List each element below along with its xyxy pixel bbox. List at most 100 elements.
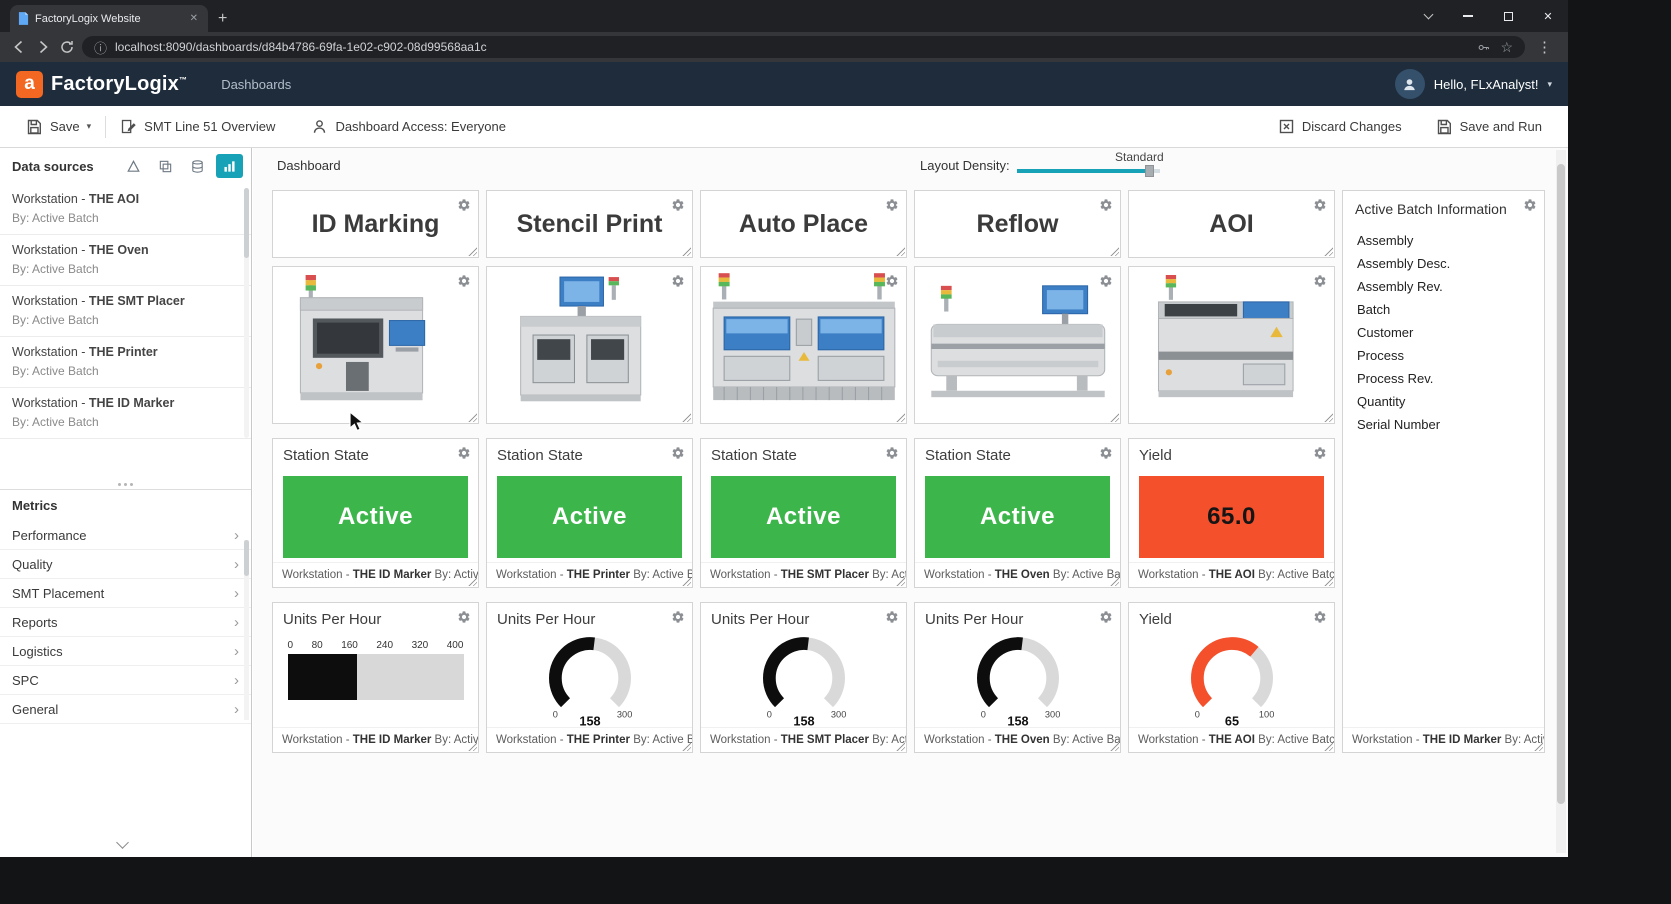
resize-handle[interactable] <box>681 246 691 256</box>
widget-title-aoi[interactable]: AOI <box>1128 190 1335 258</box>
widget-settings-gear-icon[interactable] <box>457 198 471 212</box>
widget-machine-image-id-marker[interactable] <box>272 266 479 424</box>
widget-machine-image-aoi[interactable] <box>1128 266 1335 424</box>
metrics-item-logistics[interactable]: Logistics› <box>0 637 251 666</box>
widget-settings-gear-icon[interactable] <box>1099 274 1113 288</box>
window-close-button[interactable]: ✕ <box>1528 0 1568 32</box>
widget-units-per-hour[interactable]: Units Per Hour 0 300 158 Workstation - T… <box>914 602 1121 753</box>
resize-handle[interactable] <box>1323 246 1333 256</box>
widget-station-state[interactable]: Station State Active Workstation - THE P… <box>486 438 693 588</box>
station-state-value: Active <box>497 476 682 558</box>
refresh-button[interactable] <box>58 38 76 56</box>
browser-tab[interactable]: FactoryLogix Website ✕ <box>10 5 208 32</box>
resize-handle[interactable] <box>895 412 905 422</box>
window-maximize-button[interactable] <box>1488 0 1528 32</box>
widget-settings-gear-icon[interactable] <box>885 446 899 460</box>
density-slider-thumb[interactable] <box>1145 165 1154 177</box>
resize-handle[interactable] <box>467 412 477 422</box>
widget-settings-gear-icon[interactable] <box>1313 274 1327 288</box>
widget-units-per-hour[interactable]: Units Per Hour 0 300 158 Workstation - T… <box>700 602 907 753</box>
widget-title-id-marking[interactable]: ID Marking <box>272 190 479 258</box>
widget-settings-gear-icon[interactable] <box>1099 610 1113 624</box>
tab-close-icon[interactable]: ✕ <box>188 13 200 24</box>
metrics-item-general[interactable]: General› <box>0 695 251 724</box>
discard-changes-button[interactable]: Discard Changes <box>1268 118 1412 135</box>
resize-handle[interactable] <box>895 246 905 256</box>
widget-title-reflow[interactable]: Reflow <box>914 190 1121 258</box>
widget-settings-gear-icon[interactable] <box>671 274 685 288</box>
datasource-filter-database-button[interactable] <box>184 154 211 178</box>
data-source-item-printer[interactable]: Workstation - THE Printer By: Active Bat… <box>0 337 251 388</box>
tab-search-button[interactable] <box>1408 0 1448 32</box>
resize-handle[interactable] <box>467 246 477 256</box>
layout-density-slider[interactable] <box>1017 169 1160 173</box>
data-source-item-aoi[interactable]: Workstation - THE AOI By: Active Batch <box>0 184 251 235</box>
metrics-item-reports[interactable]: Reports› <box>0 608 251 637</box>
browser-menu-icon[interactable]: ⋮ <box>1531 38 1558 56</box>
widget-settings-gear-icon[interactable] <box>1313 198 1327 212</box>
widget-units-per-hour[interactable]: Units Per Hour 0 300 158 Workstation - T… <box>486 602 693 753</box>
data-source-item-oven[interactable]: Workstation - THE Oven By: Active Batch <box>0 235 251 286</box>
widget-settings-gear-icon[interactable] <box>885 274 899 288</box>
metrics-item-smt-placement[interactable]: SMT Placement› <box>0 579 251 608</box>
widget-settings-gear-icon[interactable] <box>885 198 899 212</box>
scroll-down-indicator-icon[interactable] <box>116 836 129 849</box>
widget-settings-gear-icon[interactable] <box>1523 198 1537 212</box>
widget-title-stencil-print[interactable]: Stencil Print <box>486 190 693 258</box>
widget-settings-gear-icon[interactable] <box>671 610 685 624</box>
metrics-item-performance[interactable]: Performance› <box>0 521 251 550</box>
save-and-run-button[interactable]: Save and Run <box>1426 118 1552 135</box>
panel-resize-handle[interactable] <box>0 479 251 489</box>
widget-yield-gauge[interactable]: Yield 0 100 65 Workstation - THE AOI By:… <box>1128 602 1335 753</box>
metrics-item-quality[interactable]: Quality› <box>0 550 251 579</box>
password-key-icon[interactable] <box>1477 40 1492 55</box>
resize-handle[interactable] <box>1109 412 1119 422</box>
widget-machine-image-smt-placer[interactable] <box>700 266 907 424</box>
nav-dashboards[interactable]: Dashboards <box>221 77 291 92</box>
site-info-icon[interactable]: ⓘ <box>94 38 107 57</box>
address-bar[interactable]: ⓘ localhost:8090/dashboards/d84b4786-69f… <box>82 36 1525 58</box>
main-vertical-scrollbar[interactable] <box>1556 150 1566 853</box>
widget-station-state[interactable]: Station State Active Workstation - THE I… <box>272 438 479 588</box>
resize-handle[interactable] <box>1323 412 1333 422</box>
widget-settings-gear-icon[interactable] <box>1099 198 1113 212</box>
widget-machine-image-oven[interactable] <box>914 266 1121 424</box>
chevron-down-icon[interactable]: ▾ <box>1547 79 1552 90</box>
dashboard-access-button[interactable]: Dashboard Access: Everyone <box>301 106 516 147</box>
data-source-item-id-marker[interactable]: Workstation - THE ID Marker By: Active B… <box>0 388 251 439</box>
widget-machine-image-printer[interactable] <box>486 266 693 424</box>
user-avatar[interactable] <box>1395 69 1425 99</box>
datasource-filter-chart-button[interactable] <box>216 154 243 178</box>
metrics-scrollbar[interactable] <box>244 540 249 720</box>
back-button[interactable] <box>10 38 28 56</box>
resize-handle[interactable] <box>1109 246 1119 256</box>
datasource-filter-variables-button[interactable] <box>120 154 147 178</box>
widget-settings-gear-icon[interactable] <box>671 446 685 460</box>
widget-settings-gear-icon[interactable] <box>671 198 685 212</box>
widget-station-state[interactable]: Station State Active Workstation - THE O… <box>914 438 1121 588</box>
metrics-item-spc[interactable]: SPC› <box>0 666 251 695</box>
window-minimize-button[interactable] <box>1448 0 1488 32</box>
user-greeting[interactable]: Hello, FLxAnalyst! <box>1434 77 1539 92</box>
datasource-filter-layers-button[interactable] <box>152 154 179 178</box>
widget-settings-gear-icon[interactable] <box>457 446 471 460</box>
widget-settings-gear-icon[interactable] <box>457 610 471 624</box>
data-source-item-smt-placer[interactable]: Workstation - THE SMT Placer By: Active … <box>0 286 251 337</box>
save-button[interactable]: Save ▾ <box>16 106 101 147</box>
widget-settings-gear-icon[interactable] <box>1313 446 1327 460</box>
widget-station-state[interactable]: Station State Active Workstation - THE S… <box>700 438 907 588</box>
widget-units-per-hour[interactable]: Units Per Hour 0 80 160 240 320 400 <box>272 602 479 753</box>
resize-handle[interactable] <box>681 412 691 422</box>
dashboard-name-button[interactable]: SMT Line 51 Overview <box>110 106 285 147</box>
data-sources-scrollbar[interactable] <box>244 188 249 438</box>
new-tab-button[interactable]: + <box>208 10 239 32</box>
forward-button[interactable] <box>34 38 52 56</box>
widget-settings-gear-icon[interactable] <box>885 610 899 624</box>
widget-settings-gear-icon[interactable] <box>1313 610 1327 624</box>
widget-settings-gear-icon[interactable] <box>457 274 471 288</box>
widget-yield[interactable]: Yield 65.0 Workstation - THE AOI By: Act… <box>1128 438 1335 588</box>
widget-active-batch-information[interactable]: Active Batch Information Assembly Assemb… <box>1342 190 1545 753</box>
widget-settings-gear-icon[interactable] <box>1099 446 1113 460</box>
widget-title-auto-place[interactable]: Auto Place <box>700 190 907 258</box>
bookmark-star-icon[interactable]: ☆ <box>1500 39 1513 56</box>
